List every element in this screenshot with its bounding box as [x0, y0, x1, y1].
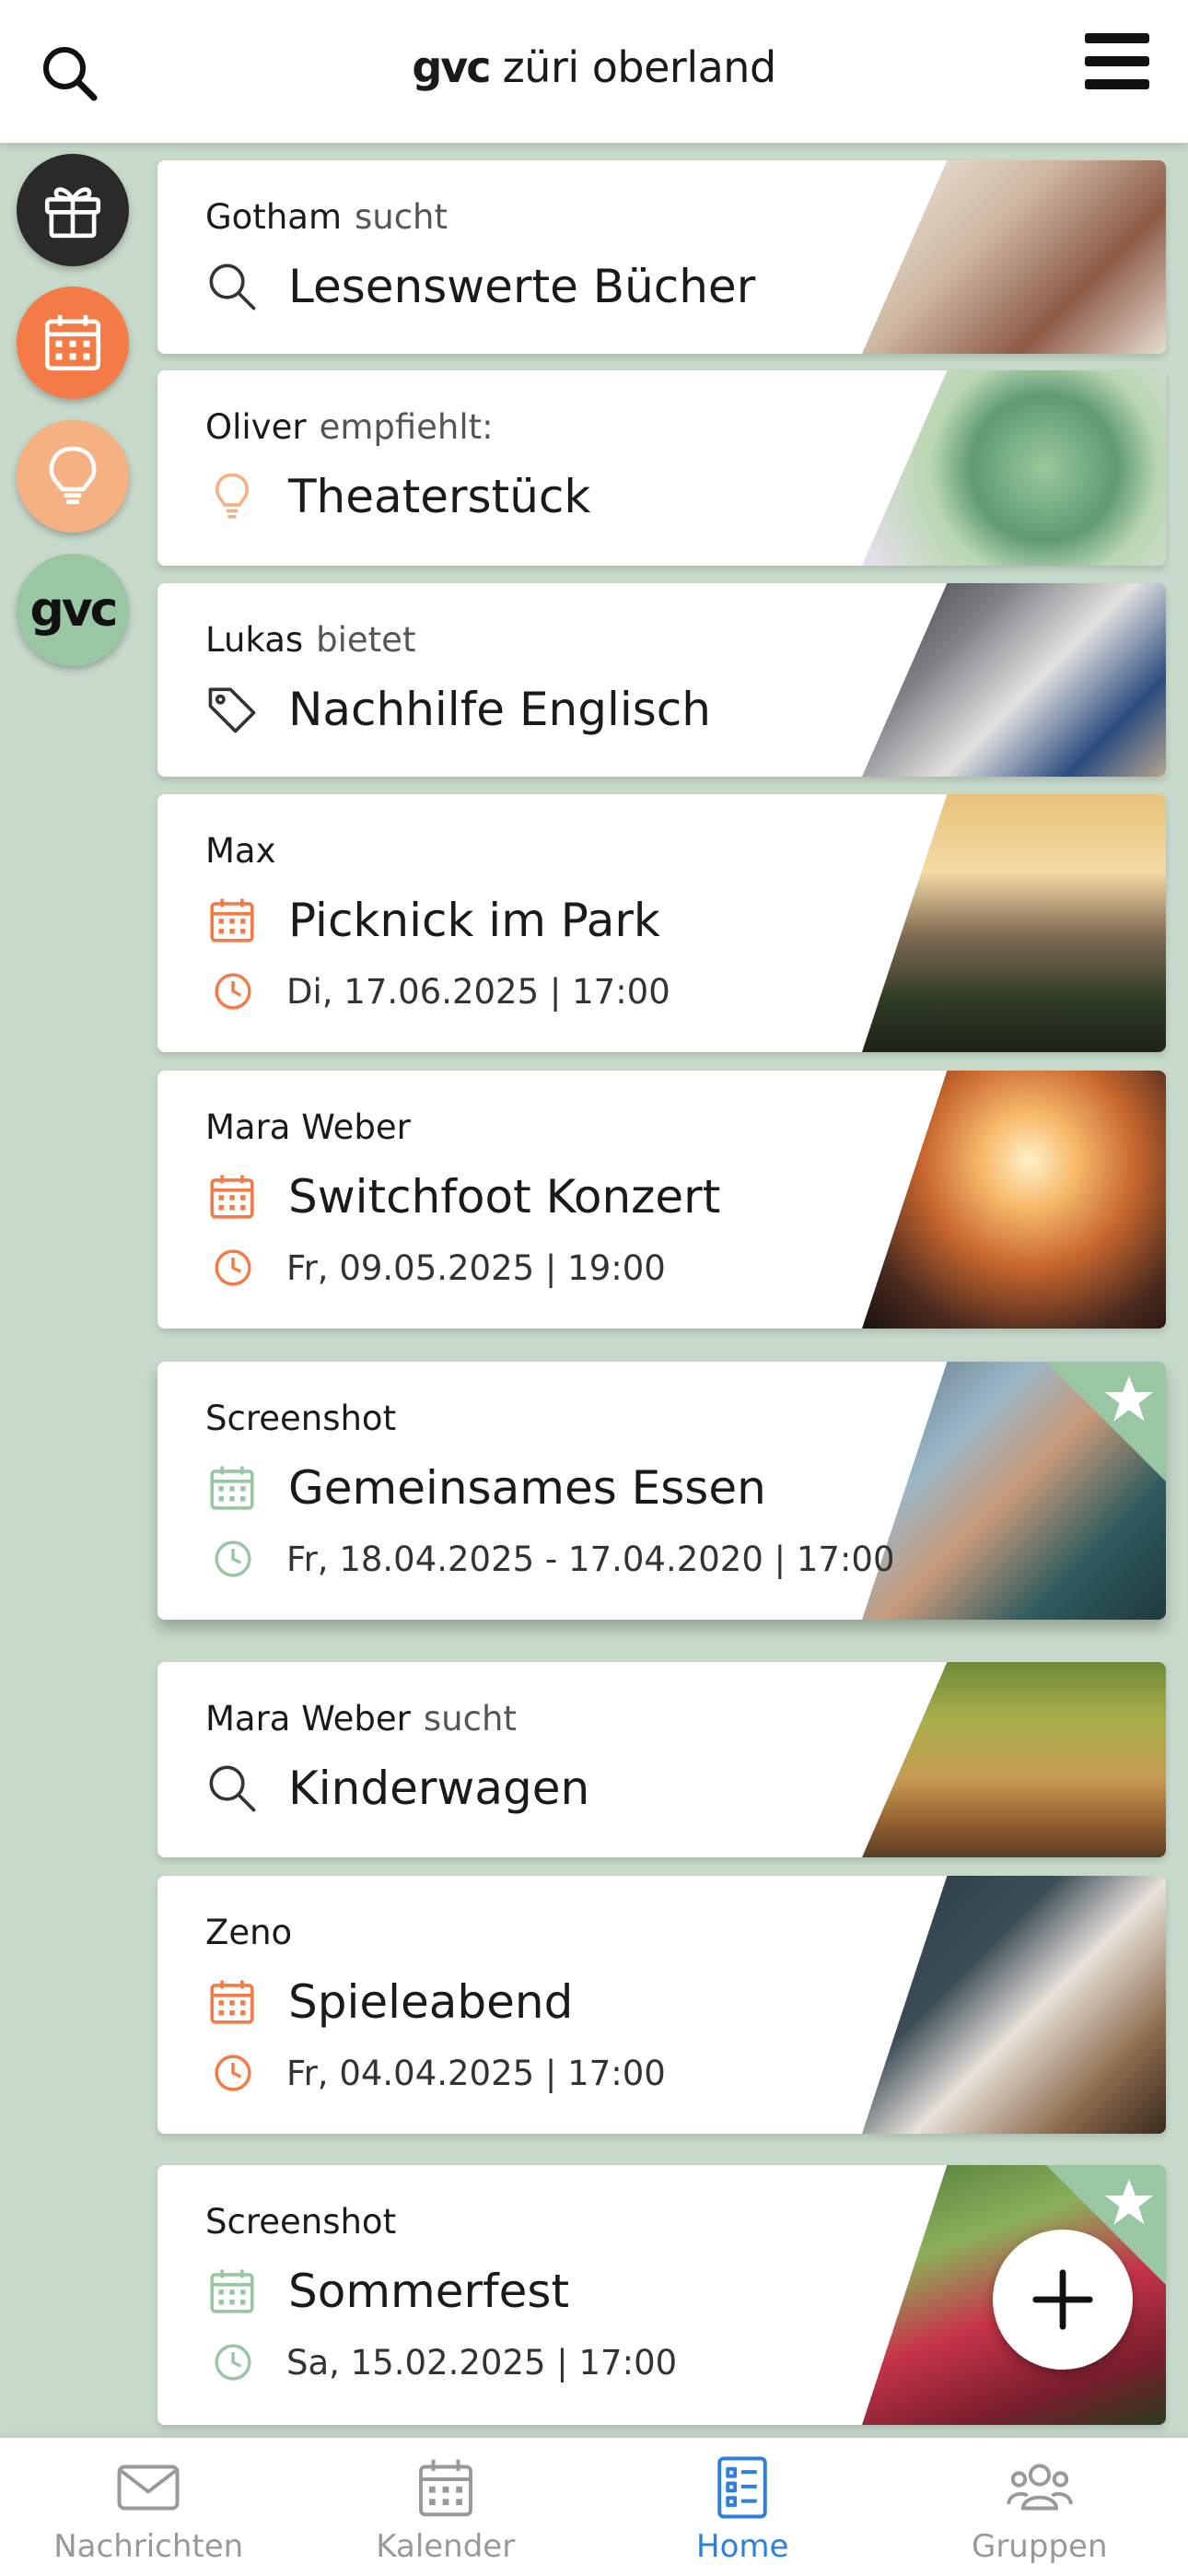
nav-label: Nachrichten: [53, 2528, 244, 2565]
calendar-icon: [210, 1980, 254, 2024]
card-lesenswerte-buecher[interactable]: Gotham sucht Lesenswerte Bücher: [157, 160, 1166, 354]
card-title: Kinderwagen: [288, 1762, 590, 1815]
card-image: [862, 1876, 1166, 2134]
card-title: Picknick im Park: [288, 894, 660, 947]
calendar-icon: [44, 314, 101, 371]
lightbulb-icon: [215, 473, 250, 519]
card-author: Mara Weber: [205, 1699, 411, 1739]
card-theaterstueck[interactable]: Oliver empfiehlt: Theaterstück: [157, 370, 1166, 566]
add-button[interactable]: [993, 2230, 1133, 2370]
search-icon: [209, 263, 256, 310]
card-nachhilfe-englisch[interactable]: Lukas bietet Nachhilfe Englisch: [157, 583, 1166, 777]
card-spieleabend[interactable]: Zeno Spieleabend Fr, 04.04.2025 | 17:00: [157, 1876, 1166, 2134]
calendar-icon: [210, 1175, 254, 1219]
gvc-logo: gvc: [29, 582, 119, 638]
filter-gvc-button[interactable]: gvc: [17, 554, 129, 666]
clock-icon: [215, 2344, 251, 2381]
card-image: [862, 1662, 1166, 1857]
card-image: [862, 160, 1166, 354]
clock-icon: [215, 1249, 251, 1286]
card-title: Gemeinsames Essen: [288, 1461, 766, 1515]
bottom-navigation: Nachrichten Kalender Home Gruppen: [0, 2438, 1188, 2576]
card-title: Lesenswerte Bücher: [288, 260, 756, 313]
card-kinderwagen[interactable]: Mara Weber sucht Kinderwagen: [157, 1662, 1166, 1857]
filter-calendar-button[interactable]: [17, 287, 129, 399]
star-icon: [1104, 2179, 1154, 2225]
star-icon: [1104, 1376, 1154, 1422]
nav-label: Kalender: [376, 2528, 516, 2565]
nav-home[interactable]: Home: [594, 2438, 891, 2576]
nav-gruppen[interactable]: Gruppen: [891, 2438, 1188, 2576]
lightbulb-icon: [49, 446, 97, 505]
nav-kalender[interactable]: Kalender: [297, 2438, 595, 2576]
card-picknick-im-park[interactable]: Max Picknick im Park Di, 17.06.2025 | 17…: [157, 794, 1166, 1052]
clock-icon: [215, 1540, 251, 1577]
calendar-icon: [210, 2269, 254, 2313]
card-author: Gotham: [205, 197, 342, 237]
nav-label: Home: [696, 2528, 789, 2565]
card-switchfoot-konzert[interactable]: Mara Weber Switchfoot Konzert Fr, 09.05.…: [157, 1071, 1166, 1329]
card-title: Spieleabend: [288, 1975, 574, 2029]
card-verb: empfiehlt:: [319, 407, 494, 447]
card-author: Mara Weber: [205, 1107, 411, 1147]
card-author: Screenshot: [205, 2202, 397, 2242]
menu-button[interactable]: [1085, 33, 1149, 92]
card-verb: bietet: [316, 620, 416, 660]
calendar-icon: [210, 1466, 254, 1510]
nav-label: Gruppen: [971, 2528, 1108, 2565]
mail-icon: [117, 2465, 180, 2511]
clock-icon: [215, 2055, 251, 2091]
logo-text: züri oberland: [502, 42, 777, 92]
nav-nachrichten[interactable]: Nachrichten: [0, 2438, 297, 2576]
logo-brand: gvc: [412, 42, 491, 92]
card-date: Di, 17.06.2025 | 17:00: [286, 971, 670, 1012]
card-date: Fr, 09.05.2025 | 19:00: [286, 1247, 666, 1288]
group-icon: [1007, 2464, 1073, 2511]
app-logo: gvc züri oberland: [0, 42, 1188, 92]
card-image: [862, 1071, 1166, 1329]
card-title: Switchfoot Konzert: [288, 1170, 721, 1224]
card-author: Zeno: [205, 1913, 293, 1952]
hamburger-menu-icon: [1085, 33, 1149, 89]
card-title: Sommerfest: [288, 2265, 570, 2318]
plus-icon: [1032, 2269, 1093, 2330]
card-image: [862, 583, 1166, 777]
card-date: Sa, 15.02.2025 | 17:00: [286, 2342, 678, 2383]
app-header: gvc züri oberland: [0, 0, 1188, 143]
card-gemeinsames-essen[interactable]: Screenshot Gemeinsames Essen Fr, 18.04.2…: [157, 1362, 1166, 1620]
card-author: Max: [205, 831, 276, 871]
calendar-icon: [210, 898, 254, 943]
card-image: [862, 794, 1166, 1052]
card-date: Fr, 04.04.2025 | 17:00: [286, 2053, 666, 2093]
gift-icon: [44, 187, 101, 239]
card-date: Fr, 18.04.2025 - 17.04.2020 | 17:00: [286, 1539, 895, 1579]
card-author: Lukas: [205, 620, 304, 660]
card-verb: sucht: [354, 197, 448, 237]
list-icon: [717, 2456, 767, 2519]
filter-gift-button[interactable]: [17, 154, 129, 266]
search-icon: [209, 1765, 256, 1812]
tag-icon: [208, 687, 256, 733]
card-title: Theaterstück: [288, 470, 591, 523]
calendar-icon: [418, 2459, 472, 2517]
card-author: Oliver: [205, 407, 307, 447]
card-image: [862, 370, 1166, 566]
clock-icon: [215, 973, 251, 1010]
card-author: Screenshot: [205, 1399, 397, 1438]
card-verb: sucht: [423, 1699, 517, 1739]
card-title: Nachhilfe Englisch: [288, 683, 711, 736]
filter-idea-button[interactable]: [17, 420, 129, 533]
